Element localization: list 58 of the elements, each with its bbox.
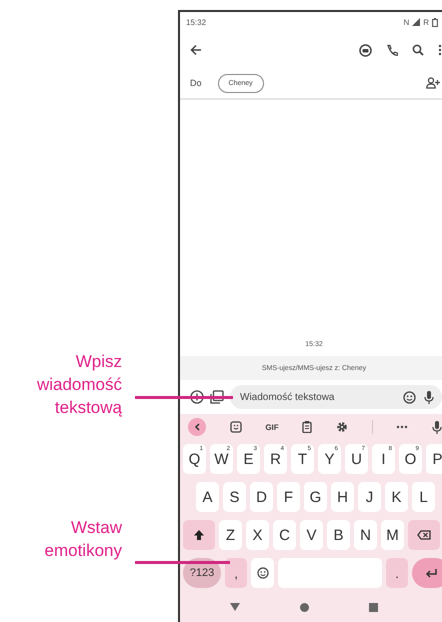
back-arrow-icon[interactable] <box>190 44 202 56</box>
microphone-icon[interactable] <box>424 390 434 404</box>
letter-key[interactable]: F <box>277 482 300 512</box>
battery-icon[interactable] <box>432 18 438 26</box>
message-input[interactable]: Wiadomość tekstowa <box>238 390 395 404</box>
enter-arrow-icon[interactable] <box>425 568 437 578</box>
letter-key[interactable]: S <box>223 482 246 512</box>
keyboard-back-button[interactable] <box>188 418 206 436</box>
letter-key[interactable]: Z <box>219 520 242 550</box>
shift-key[interactable] <box>183 520 215 550</box>
status-indicator: N <box>403 18 410 26</box>
phone-icon[interactable] <box>386 44 398 56</box>
letter-key[interactable]: N <box>354 520 377 550</box>
to-label: Do <box>190 78 202 88</box>
letter-key[interactable]: H <box>331 482 354 512</box>
chevron-left-icon[interactable] <box>194 423 200 431</box>
sticker-icon[interactable] <box>230 421 242 433</box>
letter-key[interactable]: J <box>358 482 381 512</box>
search-icon[interactable] <box>412 44 424 56</box>
status-time: 15:32 <box>186 18 206 26</box>
video-bubble-icon[interactable] <box>359 44 372 56</box>
gif-button[interactable]: GIF <box>265 422 279 432</box>
punctuation-key[interactable]: , <box>225 558 247 588</box>
add-person-icon[interactable] <box>426 77 440 89</box>
more-dots-icon[interactable] <box>396 425 408 429</box>
shift-arrow-icon[interactable] <box>193 529 205 541</box>
letter-key[interactable]: M <box>381 520 404 550</box>
backspace-key[interactable] <box>408 520 440 550</box>
gear-icon[interactable] <box>336 421 348 433</box>
smiley-icon[interactable] <box>256 567 268 579</box>
symbols-key[interactable]: ?123 <box>183 558 221 588</box>
letter-key[interactable]: P <box>426 444 442 474</box>
punctuation-key[interactable]: . <box>386 558 408 588</box>
letter-key[interactable]: B <box>327 520 350 550</box>
letter-key[interactable]: A <box>196 482 219 512</box>
smiley-icon[interactable] <box>403 390 416 404</box>
letter-key[interactable]: D <box>250 482 273 512</box>
backspace-icon[interactable] <box>417 530 431 540</box>
microphone-icon[interactable] <box>432 420 442 434</box>
letter-key[interactable]: G <box>304 482 327 512</box>
letter-key[interactable]: L <box>412 482 435 512</box>
callout-label: Wstaw emotikony <box>44 517 122 562</box>
clipboard-icon[interactable] <box>302 421 312 433</box>
status-indicator: R <box>423 18 429 26</box>
recents-square-icon[interactable] <box>369 602 378 612</box>
signal-icon[interactable] <box>412 18 420 26</box>
more-icon[interactable] <box>438 44 442 56</box>
home-circle-icon[interactable] <box>300 602 309 612</box>
add-circle-icon[interactable] <box>190 390 204 404</box>
message-field[interactable]: Wiadomość tekstowa <box>230 385 442 409</box>
letter-key[interactable]: X <box>246 520 269 550</box>
enter-key[interactable] <box>412 558 442 588</box>
letter-key[interactable]: V <box>300 520 323 550</box>
callout-label: Wpisz wiadomość tekstową <box>36 351 122 419</box>
letter-key[interactable]: C <box>273 520 296 550</box>
emoji-key[interactable] <box>251 558 274 588</box>
letter-key[interactable]: K <box>385 482 408 512</box>
back-triangle-icon[interactable] <box>230 603 240 611</box>
